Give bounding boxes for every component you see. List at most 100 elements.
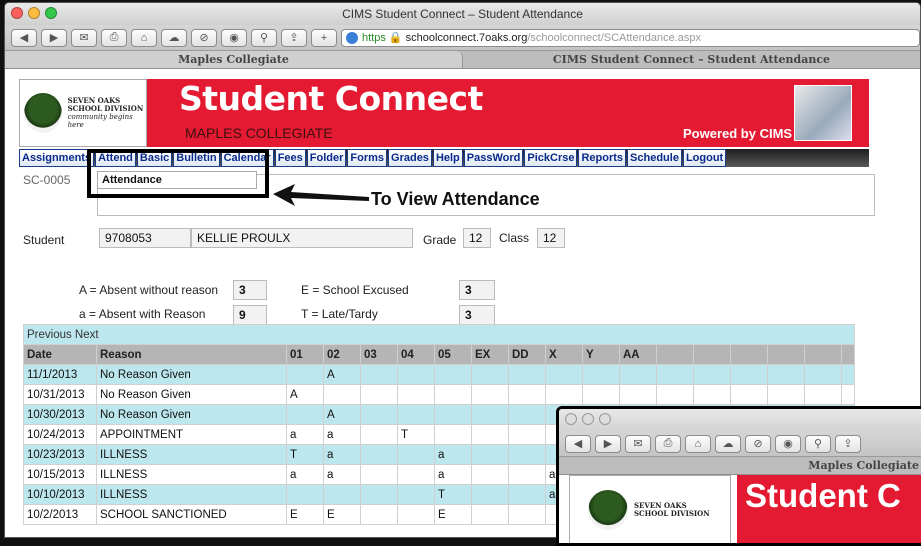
- menu-forms[interactable]: Forms: [347, 149, 388, 167]
- minimize-icon[interactable]: [28, 7, 40, 19]
- col-x: X: [545, 344, 583, 365]
- table-cell: A: [323, 364, 361, 385]
- menu-logout[interactable]: Logout: [682, 149, 727, 167]
- menu-help[interactable]: Help: [432, 149, 463, 167]
- table-cell: ILLNESS: [96, 484, 287, 505]
- back-icon[interactable]: ◀: [565, 434, 591, 453]
- stop-icon[interactable]: ⊘: [191, 28, 217, 47]
- address-bar[interactable]: https 🔒 schoolconnect.7oaks.org /schoolc…: [341, 28, 920, 47]
- col-03: 03: [360, 344, 398, 365]
- grade-label: Grade: [423, 233, 457, 247]
- table-cell: 10/24/2013: [23, 424, 97, 445]
- table-cell: No Reason Given: [96, 364, 287, 385]
- close-icon[interactable]: [565, 413, 577, 425]
- record-icon[interactable]: ◉: [221, 28, 247, 47]
- zoom-icon[interactable]: [599, 413, 611, 425]
- table-cell: [471, 404, 509, 425]
- table-cell: [397, 464, 435, 485]
- table-cell: 10/10/2013: [23, 484, 97, 505]
- tab-attendance[interactable]: CIMS Student Connect – Student Attendanc…: [463, 51, 920, 68]
- table-cell: [471, 424, 509, 445]
- home-icon[interactable]: ⌂: [131, 28, 157, 47]
- minimize-icon[interactable]: [582, 413, 594, 425]
- tab-bar-2: Maples Collegiate: [559, 457, 921, 475]
- table-cell: [471, 464, 509, 485]
- header-banner-2: SEVEN OAKS SCHOOL DIVISION Student C: [569, 475, 921, 543]
- zoom-icon[interactable]: [45, 7, 57, 19]
- url-host: schoolconnect.7oaks.org: [405, 31, 528, 44]
- tools-icon[interactable]: ⚲: [251, 28, 277, 47]
- print-icon[interactable]: ⎙: [655, 434, 681, 453]
- table-cell: [508, 404, 546, 425]
- forward-icon[interactable]: ▶: [41, 28, 67, 47]
- back-icon[interactable]: ◀: [11, 28, 37, 47]
- menu-password[interactable]: PassWord: [463, 149, 524, 167]
- mail-icon[interactable]: ✉: [625, 434, 651, 453]
- tools-icon[interactable]: ⚲: [805, 434, 831, 453]
- table-cell: No Reason Given: [96, 384, 287, 405]
- menu-folder[interactable]: Folder: [306, 149, 347, 167]
- table-cell: [397, 504, 435, 525]
- col-aa: AA: [619, 344, 657, 365]
- menu-pickcrse[interactable]: PickCrse: [524, 149, 578, 167]
- table-cell: SCHOOL SANCTIONED: [96, 504, 287, 525]
- cloud-icon[interactable]: ☁: [715, 434, 741, 453]
- red-banner-2: Student C: [737, 475, 921, 543]
- app-title: Student Connect: [179, 79, 483, 118]
- menu-fees[interactable]: Fees: [274, 149, 306, 167]
- table-cell: E: [323, 504, 361, 525]
- menu-grades[interactable]: Grades: [388, 149, 432, 167]
- legend-E-count: 3: [459, 280, 495, 300]
- table-cell: [360, 384, 398, 405]
- legend-T-count: 3: [459, 305, 495, 325]
- table-cell: [360, 484, 398, 505]
- col-01: 01: [286, 344, 324, 365]
- pager-links[interactable]: Previous Next: [23, 324, 855, 345]
- grade-field: 12: [463, 228, 491, 248]
- tab-maples[interactable]: Maples Collegiate: [5, 51, 463, 68]
- menu-schedule[interactable]: Schedule: [627, 149, 682, 167]
- col-04: 04: [397, 344, 435, 365]
- legend-E-label: E = School Excused: [301, 283, 409, 297]
- logo-line-2: SCHOOL DIVISION: [634, 509, 710, 518]
- table-row: 10/31/2013 No Reason Given A: [23, 384, 855, 405]
- table-cell: 10/15/2013: [23, 464, 97, 485]
- table-cell: [545, 364, 583, 385]
- table-cell: a: [286, 424, 324, 445]
- table-cell: [656, 384, 694, 405]
- col-reason: Reason: [96, 344, 287, 365]
- table-cell: [360, 404, 398, 425]
- stop-icon[interactable]: ⊘: [745, 434, 771, 453]
- share-icon[interactable]: ⇪: [835, 434, 861, 453]
- tab-maples-2[interactable]: Maples Collegiate: [808, 457, 921, 474]
- table-cell: [360, 504, 398, 525]
- menu-assignments[interactable]: Assignments: [19, 149, 95, 167]
- legend-A-count: 3: [233, 280, 267, 300]
- print-icon[interactable]: ⎙: [101, 28, 127, 47]
- legend-T-label: T = Late/Tardy: [301, 307, 378, 321]
- home-icon[interactable]: ⌂: [685, 434, 711, 453]
- table-cell: [693, 364, 731, 385]
- mail-icon[interactable]: ✉: [71, 28, 97, 47]
- table-cell: [841, 364, 855, 385]
- table-cell: [545, 384, 583, 405]
- table-cell: [508, 444, 546, 465]
- menu-reports[interactable]: Reports: [578, 149, 627, 167]
- table-header: Date Reason 01 02 03 04 05 EX DD X Y AA: [23, 344, 855, 365]
- forward-icon[interactable]: ▶: [595, 434, 621, 453]
- powered-by: Powered by CIMS: [683, 126, 793, 141]
- table-cell: [730, 364, 768, 385]
- table-cell: 10/23/2013: [23, 444, 97, 465]
- table-cell: a: [434, 464, 472, 485]
- table-cell: [656, 364, 694, 385]
- table-cell: [323, 384, 361, 405]
- table-cell: [693, 384, 731, 405]
- table-cell: [360, 364, 398, 385]
- globe-icon: [346, 31, 358, 44]
- close-icon[interactable]: [11, 7, 23, 19]
- record-icon[interactable]: ◉: [775, 434, 801, 453]
- table-cell: [767, 364, 805, 385]
- new-tab-icon[interactable]: +: [311, 28, 337, 47]
- share-icon[interactable]: ⇪: [281, 28, 307, 47]
- cloud-icon[interactable]: ☁: [161, 28, 187, 47]
